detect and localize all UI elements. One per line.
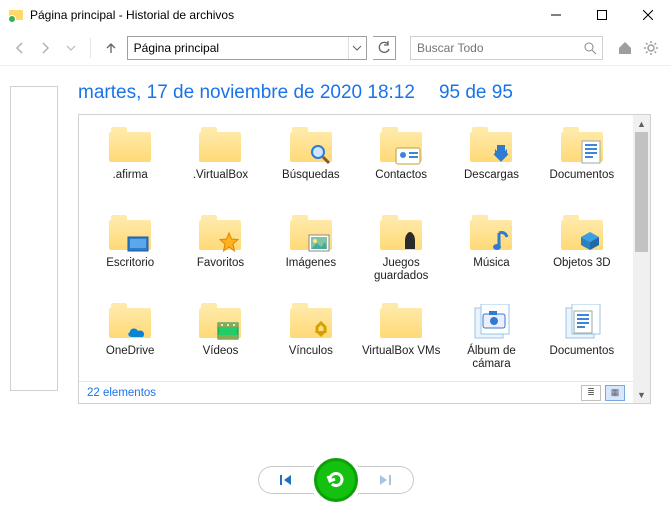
file-item[interactable]: Imágenes bbox=[266, 213, 356, 301]
file-grid: .afirma .VirtualBox Búsquedas Contactos Desc… bbox=[79, 115, 633, 403]
library-icon bbox=[558, 303, 606, 343]
history-controls bbox=[0, 446, 671, 514]
file-item[interactable]: Escritorio bbox=[85, 213, 175, 301]
file-item-label: Escritorio bbox=[106, 257, 154, 270]
file-item[interactable]: OneDrive bbox=[85, 301, 175, 389]
maximize-button[interactable] bbox=[579, 0, 625, 30]
file-item[interactable]: Documentos bbox=[537, 301, 627, 389]
previous-version-button[interactable] bbox=[258, 466, 314, 494]
scrollbar[interactable]: ▲ ▼ bbox=[633, 115, 650, 403]
separator bbox=[90, 38, 91, 58]
folder-icon bbox=[377, 215, 425, 255]
forward-button[interactable] bbox=[35, 38, 54, 58]
icons-view-button[interactable]: ▦ bbox=[605, 385, 625, 401]
folder-icon bbox=[287, 127, 335, 167]
folder-icon bbox=[467, 215, 515, 255]
refresh-button[interactable] bbox=[373, 36, 396, 60]
address-dropdown[interactable] bbox=[348, 37, 366, 59]
file-item-label: Favoritos bbox=[197, 257, 244, 270]
file-item[interactable]: Documentos bbox=[537, 125, 627, 213]
back-button[interactable] bbox=[10, 38, 29, 58]
toolbar bbox=[0, 30, 671, 66]
folder-icon bbox=[467, 127, 515, 167]
file-item-label: Descargas bbox=[464, 169, 519, 182]
folder-icon bbox=[106, 303, 154, 343]
snapshot-date: martes, 17 de noviembre de 2020 18:12 bbox=[78, 82, 415, 104]
folder-icon bbox=[196, 127, 244, 167]
file-item[interactable]: VirtualBox VMs bbox=[356, 301, 446, 389]
file-item[interactable]: Objetos 3D bbox=[537, 213, 627, 301]
folder-icon bbox=[196, 303, 244, 343]
file-item-label: Vídeos bbox=[203, 345, 239, 358]
file-item-label: Vínculos bbox=[289, 345, 333, 358]
file-item[interactable]: Vínculos bbox=[266, 301, 356, 389]
file-item[interactable]: Juegos guardados bbox=[356, 213, 446, 301]
folder-icon bbox=[377, 127, 425, 167]
details-view-button[interactable]: ≣ bbox=[581, 385, 601, 401]
search-box[interactable] bbox=[410, 36, 603, 60]
minimize-button[interactable] bbox=[533, 0, 579, 30]
search-input[interactable] bbox=[411, 37, 578, 59]
search-icon[interactable] bbox=[578, 41, 602, 55]
folder-icon bbox=[287, 215, 335, 255]
file-item-label: .afirma bbox=[113, 169, 148, 182]
file-item-label: OneDrive bbox=[106, 345, 155, 358]
snapshot-counter: 95 de 95 bbox=[439, 82, 513, 104]
folder-icon bbox=[106, 215, 154, 255]
close-button[interactable] bbox=[625, 0, 671, 30]
address-bar[interactable] bbox=[127, 36, 367, 60]
file-item[interactable]: Álbum de cámara bbox=[446, 301, 536, 389]
next-version-button[interactable] bbox=[358, 466, 414, 494]
file-item-label: Documentos bbox=[550, 169, 615, 182]
folder-icon bbox=[106, 127, 154, 167]
file-item-label: VirtualBox VMs bbox=[362, 345, 440, 358]
file-item[interactable]: .afirma bbox=[85, 125, 175, 213]
file-item-label: Juegos guardados bbox=[358, 257, 444, 283]
library-icon bbox=[467, 303, 515, 343]
file-item-label: Objetos 3D bbox=[553, 257, 611, 270]
gear-icon[interactable] bbox=[641, 38, 661, 58]
folder-icon bbox=[196, 215, 244, 255]
file-item[interactable]: Música bbox=[446, 213, 536, 301]
folder-icon bbox=[377, 303, 425, 343]
side-panel bbox=[10, 86, 58, 391]
folder-icon bbox=[287, 303, 335, 343]
title-bar: Página principal - Historial de archivos bbox=[0, 0, 671, 30]
file-item[interactable]: Favoritos bbox=[175, 213, 265, 301]
scroll-thumb[interactable] bbox=[635, 132, 648, 252]
restore-button[interactable] bbox=[314, 458, 358, 502]
file-list-frame: .afirma .VirtualBox Búsquedas Contactos Desc… bbox=[78, 114, 651, 404]
folder-icon bbox=[558, 127, 606, 167]
recent-button[interactable] bbox=[61, 38, 80, 58]
address-input[interactable] bbox=[128, 37, 348, 59]
scroll-up-button[interactable]: ▲ bbox=[633, 115, 650, 132]
page-heading: martes, 17 de noviembre de 2020 18:12 95… bbox=[78, 82, 651, 104]
file-item[interactable]: Búsquedas bbox=[266, 125, 356, 213]
file-item[interactable]: Vídeos bbox=[175, 301, 265, 389]
file-item[interactable]: Descargas bbox=[446, 125, 536, 213]
item-count: 22 elementos bbox=[87, 387, 156, 399]
scroll-down-button[interactable]: ▼ bbox=[633, 386, 650, 403]
file-item-label: Contactos bbox=[375, 169, 427, 182]
up-button[interactable] bbox=[101, 38, 120, 58]
folder-icon bbox=[558, 215, 606, 255]
file-item[interactable]: Contactos bbox=[356, 125, 446, 213]
home-icon[interactable] bbox=[615, 38, 635, 58]
file-item-label: Música bbox=[473, 257, 509, 270]
file-item-label: Búsquedas bbox=[282, 169, 340, 182]
file-item-label: .VirtualBox bbox=[193, 169, 248, 182]
file-item-label: Imágenes bbox=[286, 257, 337, 270]
status-bar: 22 elementos ≣ ▦ bbox=[79, 381, 633, 403]
file-item-label: Documentos bbox=[550, 345, 615, 358]
file-item[interactable]: .VirtualBox bbox=[175, 125, 265, 213]
file-item-label: Álbum de cámara bbox=[448, 345, 534, 371]
scroll-track[interactable] bbox=[633, 132, 650, 386]
app-icon bbox=[8, 7, 24, 23]
window-title: Página principal - Historial de archivos bbox=[30, 8, 234, 22]
